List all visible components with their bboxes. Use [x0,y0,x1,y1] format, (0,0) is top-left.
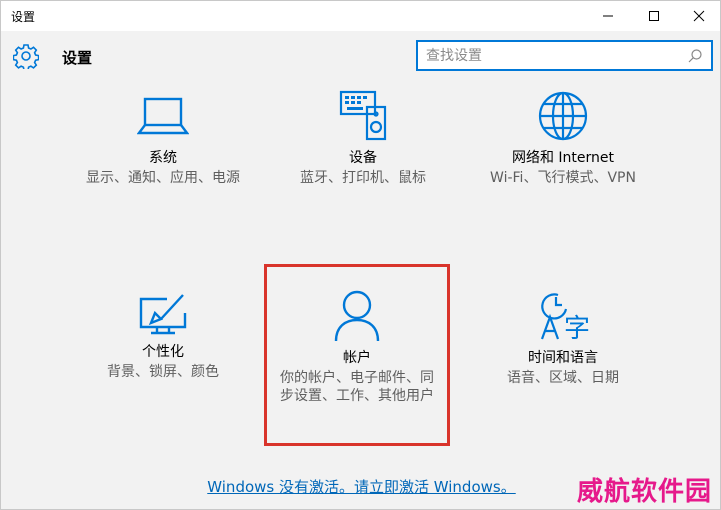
tile-time-language[interactable]: 字 时间和语言 语音、区域、日期 [468,289,658,387]
search-box[interactable] [416,40,713,71]
minimize-icon [603,15,613,17]
close-button[interactable] [676,1,721,31]
title-bar[interactable]: 设置 [1,1,720,31]
settings-window: 设置 设置 查找设置 系统 显示、通知、应用、电源 设备 蓝牙、打印机、鼠标 网… [0,0,721,510]
tile-name: 时间和语言 [528,350,598,366]
page-title: 设置 [62,49,93,67]
search-input[interactable] [426,46,676,65]
close-icon [693,10,705,22]
gear-icon [13,44,39,69]
settings-header: 设置 [1,31,720,81]
tile-description: 背景、锁屏、颜色 [107,364,219,380]
tile-name: 设备 [349,150,377,166]
tile-description: 语音、区域、日期 [507,370,619,386]
minimize-button[interactable] [585,1,631,31]
tile-personalization[interactable]: 个性化 背景、锁屏、颜色 [68,293,258,381]
monitor-icon [137,97,189,135]
maximize-icon [649,11,659,21]
tile-system[interactable]: 系统 显示、通知、应用、电源 [68,93,258,187]
globe-icon [538,91,588,141]
watermark: 威航软件园 [577,477,713,507]
tile-devices[interactable]: 设备 蓝牙、打印机、鼠标 [268,89,458,187]
tile-description: 蓝牙、打印机、鼠标 [300,170,426,186]
tile-name: 网络和 Internet [511,150,615,166]
tile-name: 系统 [149,150,177,166]
search-icon[interactable] [687,48,703,64]
svg-text:字: 字 [564,314,590,343]
activate-windows-link[interactable]: Windows 没有激活。请立即激活 Windows。 [207,478,515,496]
time-language-icon: 字 [540,293,590,343]
devices-icon [339,90,387,141]
personalize-icon [139,294,187,335]
tile-description: 显示、通知、应用、电源 [86,170,240,186]
tile-name: 个性化 [142,344,184,360]
tile-description: Wi-Fi、飞行模式、VPN [490,170,636,186]
maximize-button[interactable] [631,1,677,31]
window-title: 设置 [11,10,36,24]
highlight-frame [264,264,450,446]
tile-network[interactable]: 网络和 Internet Wi-Fi、飞行模式、VPN [468,89,658,187]
